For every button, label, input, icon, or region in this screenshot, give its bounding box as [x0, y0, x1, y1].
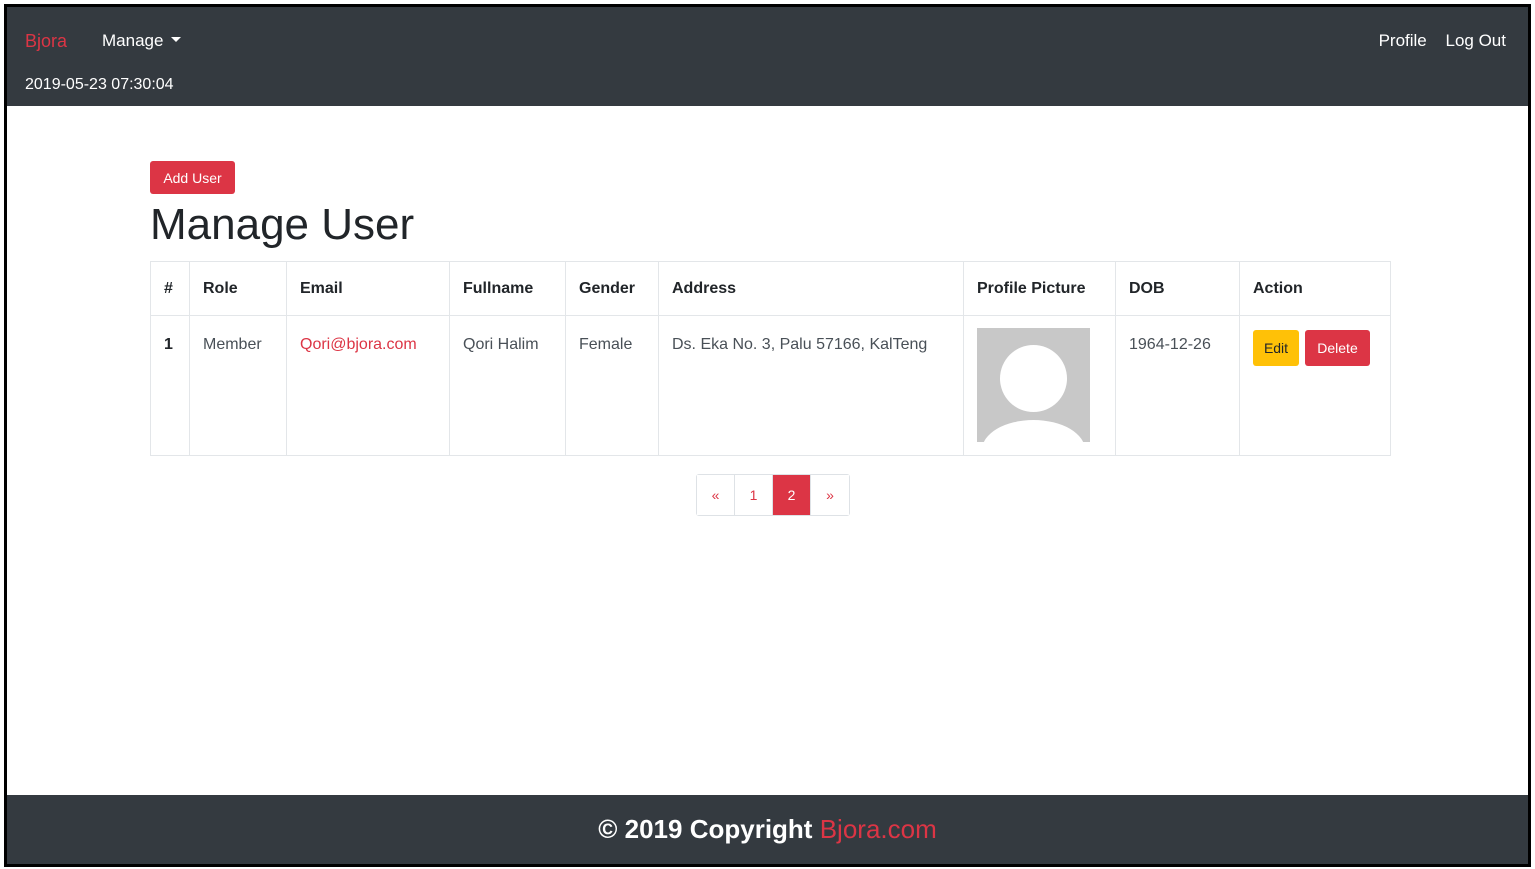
manage-dropdown-label: Manage: [102, 31, 164, 50]
table-row: 1 Member Qori@bjora.com Qori Halim Femal…: [150, 315, 1391, 456]
edit-button[interactable]: Edit: [1253, 330, 1299, 366]
header-dob: DOB: [1115, 261, 1240, 316]
copyright-text: © 2019 Copyright: [598, 814, 813, 844]
cell-email: Qori@bjora.com: [286, 315, 450, 456]
pagination-page-2[interactable]: 2: [773, 475, 811, 515]
pagination-prev[interactable]: «: [697, 475, 735, 515]
page-footer: © 2019 Copyright Bjora.com: [7, 795, 1528, 864]
header-gender: Gender: [565, 261, 659, 316]
avatar-placeholder-icon: [977, 328, 1090, 442]
manage-dropdown[interactable]: Manage: [102, 31, 182, 51]
users-table: # Role Email Fullname Gender Address Pro…: [150, 261, 1391, 456]
email-link[interactable]: Qori@bjora.com: [300, 336, 417, 353]
top-navbar: Bjora Manage 2019-05-23 07:30:04 Profile…: [7, 7, 1528, 106]
header-num: #: [150, 261, 190, 316]
cell-num: 1: [150, 315, 190, 456]
delete-button[interactable]: Delete: [1305, 330, 1370, 366]
header-fullname: Fullname: [449, 261, 566, 316]
footer-site-link[interactable]: Bjora.com: [820, 814, 937, 844]
header-role: Role: [189, 261, 287, 316]
footer-copyright: © 2019 Copyright Bjora.com: [598, 814, 937, 845]
header-email: Email: [286, 261, 450, 316]
cell-role: Member: [189, 315, 287, 456]
header-profile-picture: Profile Picture: [963, 261, 1116, 316]
brand-logo[interactable]: Bjora: [25, 31, 67, 52]
pagination-next[interactable]: »: [811, 475, 849, 515]
cell-action: Edit Delete: [1239, 315, 1391, 456]
add-user-button[interactable]: Add User: [150, 161, 235, 194]
nav-right-links: Profile Log Out: [1365, 31, 1506, 51]
current-datetime: 2019-05-23 07:30:04: [25, 76, 174, 93]
cell-fullname: Qori Halim: [449, 315, 566, 456]
profile-link[interactable]: Profile: [1379, 31, 1427, 50]
pagination-page-1[interactable]: 1: [735, 475, 773, 515]
header-address: Address: [658, 261, 964, 316]
cell-dob: 1964-12-26: [1115, 315, 1240, 456]
caret-down-icon: [171, 37, 182, 43]
cell-gender: Female: [565, 315, 659, 456]
cell-address: Ds. Eka No. 3, Palu 57166, KalTeng: [658, 315, 964, 456]
logout-link[interactable]: Log Out: [1446, 31, 1507, 50]
cell-profile-picture: [963, 315, 1116, 456]
page-title: Manage User: [150, 200, 415, 249]
table-header-row: # Role Email Fullname Gender Address Pro…: [150, 261, 1391, 316]
browser-viewport: Bjora Manage 2019-05-23 07:30:04 Profile…: [4, 4, 1531, 867]
pagination: « 1 2 »: [696, 474, 850, 516]
header-action: Action: [1239, 261, 1391, 316]
